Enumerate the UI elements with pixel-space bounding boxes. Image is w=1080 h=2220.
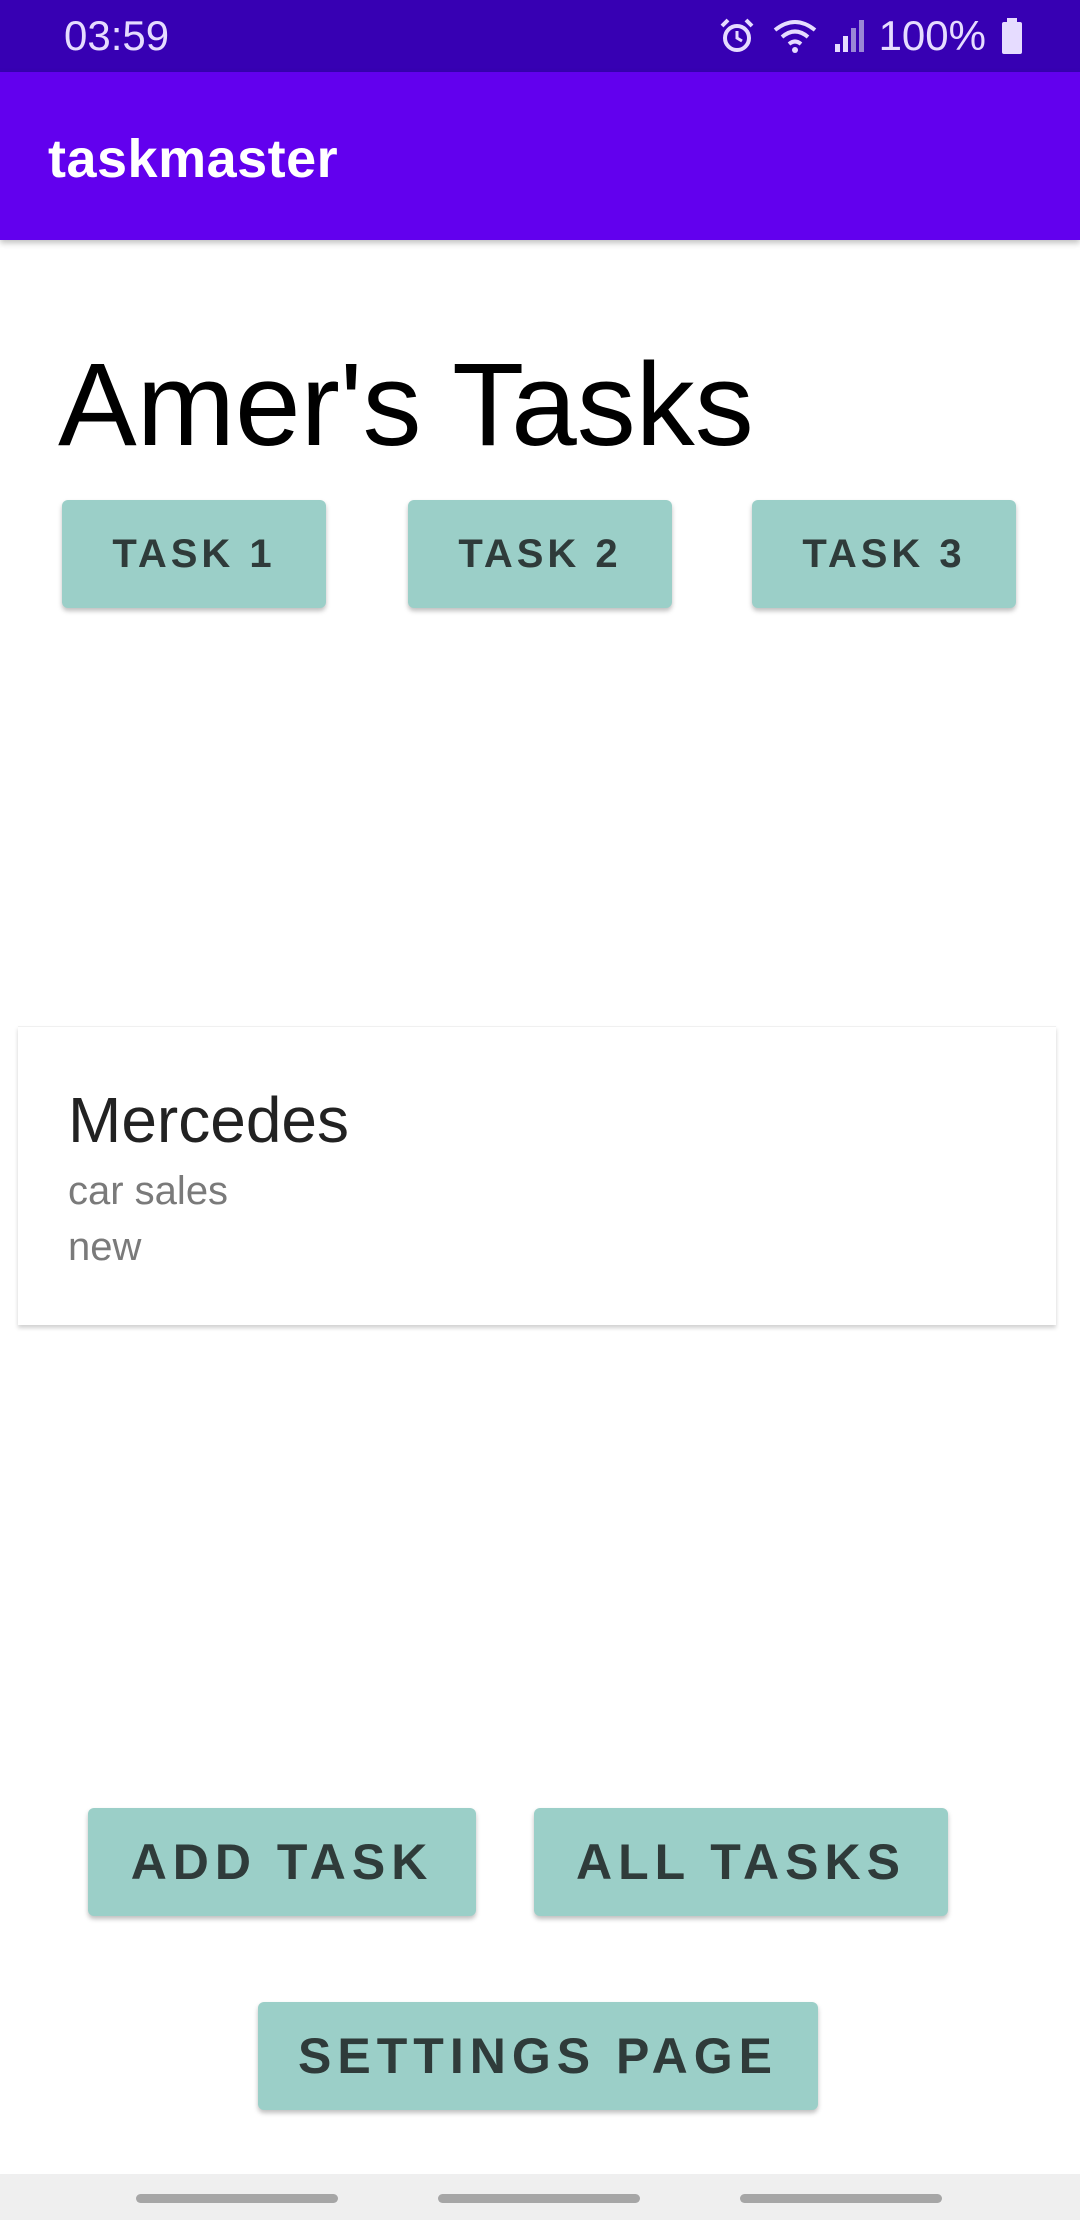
task-3-button[interactable]: TASK 3 xyxy=(752,500,1016,608)
task-state: new xyxy=(68,1225,142,1269)
battery-icon xyxy=(1000,16,1024,56)
recents-nav-handle[interactable] xyxy=(136,2194,338,2203)
battery-percentage: 100% xyxy=(878,12,986,59)
back-nav-handle[interactable] xyxy=(740,2194,942,2203)
add-task-button[interactable]: ADD TASK xyxy=(88,1808,476,1916)
page-title: Amer's Tasks xyxy=(58,339,754,471)
task-list-item[interactable]: Mercedes car sales new xyxy=(18,1026,1056,1325)
navigation-bar xyxy=(0,2174,1080,2220)
wifi-icon xyxy=(771,16,819,56)
task-2-button[interactable]: TASK 2 xyxy=(408,500,672,608)
all-tasks-button[interactable]: ALL TASKS xyxy=(534,1808,948,1916)
task-title: Mercedes xyxy=(68,1084,349,1156)
status-bar: 03:59 100% xyxy=(0,0,1080,72)
app-title: taskmaster xyxy=(48,129,339,189)
alarm-icon xyxy=(717,16,757,56)
status-icons: 100% xyxy=(717,0,1024,72)
settings-page-button[interactable]: SETTINGS PAGE xyxy=(258,2002,818,2110)
signal-icon xyxy=(833,16,865,56)
task-1-button[interactable]: TASK 1 xyxy=(62,500,326,608)
status-time: 03:59 xyxy=(64,12,170,59)
home-nav-handle[interactable] xyxy=(438,2194,640,2203)
task-body: car sales xyxy=(68,1169,229,1213)
app-bar: taskmaster xyxy=(0,72,1080,240)
